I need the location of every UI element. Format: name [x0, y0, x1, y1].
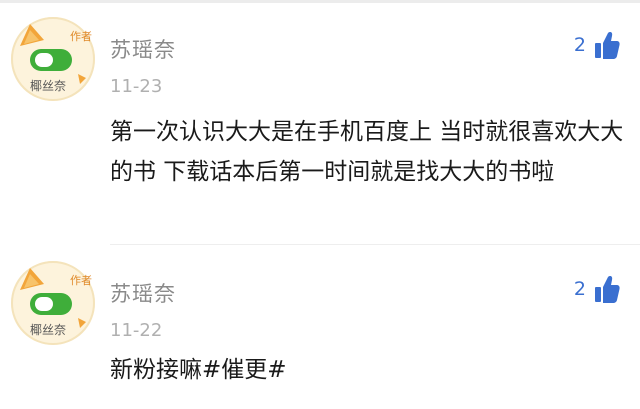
comment-item: 作者 椰丝奈 苏瑶奈 11-22 新粉接嘛#催更# 2 [0, 252, 640, 409]
avatar-caption: 椰丝奈 [30, 78, 66, 93]
comment-text: 新粉接嘛#催更# [110, 357, 287, 383]
user-avatar[interactable]: 作者 椰丝奈 [10, 260, 96, 346]
comment-text: 第一次认识大大是在手机百度上 当时就很喜欢大大的书 下载话本后第一时间就是找大大… [110, 119, 624, 185]
top-divider [0, 0, 640, 3]
comment-divider [110, 244, 640, 245]
thumbs-up-icon [595, 32, 620, 59]
comment-date: 11-23 [110, 76, 163, 97]
username[interactable]: 苏瑶奈 [110, 278, 176, 308]
avatar-badge: 作者 [70, 30, 92, 43]
like-button[interactable]: 2 [574, 30, 620, 60]
like-button[interactable]: 2 [574, 274, 620, 304]
thumbs-up-icon [595, 276, 620, 303]
like-count: 2 [573, 278, 586, 300]
avatar-badge: 作者 [70, 274, 92, 287]
like-count: 2 [573, 34, 586, 56]
user-avatar[interactable]: 作者 椰丝奈 [10, 16, 96, 102]
comment-date: 11-22 [110, 320, 163, 341]
username[interactable]: 苏瑶奈 [110, 34, 176, 64]
avatar-caption: 椰丝奈 [30, 322, 66, 337]
comment-item: 作者 椰丝奈 苏瑶奈 11-23 第一次认识大大是在手机百度上 当时就很喜欢大大… [0, 8, 640, 244]
